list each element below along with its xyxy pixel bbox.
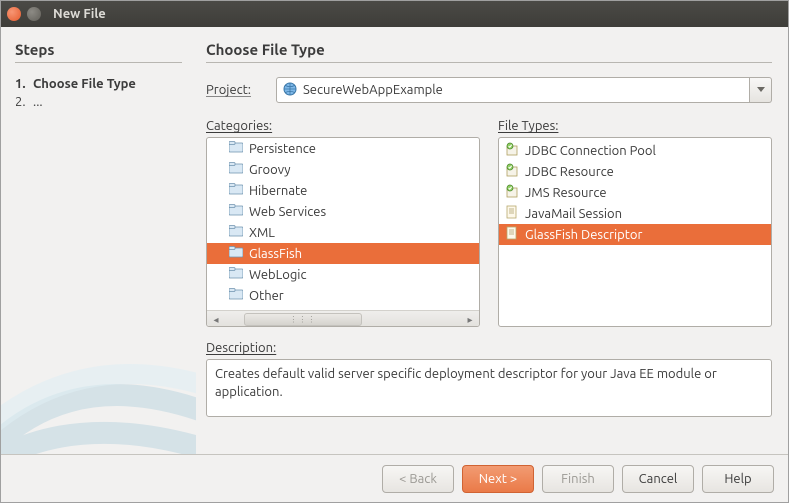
resource-icon	[505, 184, 519, 201]
filetype-label: JDBC Resource	[525, 165, 614, 179]
titlebar: New File	[1, 1, 788, 27]
filetypes-label: File Types:	[498, 119, 772, 133]
category-item[interactable]: Web Services	[207, 201, 479, 222]
scrollbar-thumb[interactable]: ⋮⋮⋮	[244, 313, 362, 326]
category-label: Groovy	[249, 163, 291, 177]
divider	[15, 62, 182, 63]
window-title: New File	[53, 7, 106, 21]
filetype-item[interactable]: JDBC Resource	[499, 161, 771, 182]
category-label: WebLogic	[249, 268, 307, 282]
project-dropdown-button[interactable]	[750, 77, 772, 103]
project-value: SecureWebAppExample	[303, 83, 443, 97]
filetype-label: JavaMail Session	[525, 207, 622, 221]
finish-button[interactable]: Finish	[542, 465, 614, 493]
category-label: Web Services	[249, 205, 326, 219]
category-item[interactable]: WebLogic	[207, 264, 479, 285]
filetype-label: JDBC Connection Pool	[525, 144, 656, 158]
chevron-down-icon	[757, 87, 765, 93]
filetype-item[interactable]: JMS Resource	[499, 182, 771, 203]
filetype-item[interactable]: JavaMail Session	[499, 203, 771, 224]
steps-heading: Steps	[15, 41, 182, 58]
wizard-steps-panel: Steps 1.Choose File Type 2....	[1, 27, 196, 454]
category-label: Other	[249, 289, 284, 303]
category-label: GlassFish	[249, 247, 302, 261]
category-item[interactable]: GlassFish	[207, 243, 479, 264]
filetype-item[interactable]: JDBC Connection Pool	[499, 140, 771, 161]
window-minimize-button[interactable]	[27, 7, 41, 21]
filetype-item[interactable]: GlassFish Descriptor	[499, 224, 771, 245]
filetype-label: JMS Resource	[525, 186, 607, 200]
category-label: XML	[249, 226, 275, 240]
filetypes-listbox[interactable]: JDBC Connection Pool JDBC Resource JMS Res…	[498, 137, 772, 327]
wizard-content-panel: Choose File Type Project: SecureWebAppEx…	[196, 27, 788, 454]
wizard-footer: < Back Next > Finish Cancel Help	[1, 454, 788, 502]
category-item[interactable]: Hibernate	[207, 180, 479, 201]
project-combobox[interactable]: SecureWebAppExample	[276, 77, 750, 103]
folder-icon	[229, 141, 243, 156]
folder-icon	[229, 225, 243, 240]
scroll-left-icon[interactable]: ◂	[207, 311, 225, 327]
description-text: Creates default valid server specific de…	[215, 367, 717, 399]
filetype-label: GlassFish Descriptor	[525, 228, 642, 242]
content-heading: Choose File Type	[206, 41, 772, 58]
folder-icon	[229, 162, 243, 177]
wizard-step: 1.Choose File Type	[15, 77, 182, 91]
description-label: Description:	[206, 341, 772, 355]
window-close-button[interactable]	[7, 7, 21, 21]
help-button[interactable]: Help	[702, 465, 774, 493]
back-button[interactable]: < Back	[382, 465, 454, 493]
description-box: Creates default valid server specific de…	[206, 359, 772, 417]
folder-icon	[229, 204, 243, 219]
category-item[interactable]: Persistence	[207, 138, 479, 159]
category-item[interactable]: XML	[207, 222, 479, 243]
folder-icon	[229, 288, 243, 303]
globe-icon	[283, 82, 297, 99]
horizontal-scrollbar[interactable]: ◂ ⋮⋮⋮ ▸	[207, 310, 479, 327]
folder-icon	[229, 246, 243, 261]
folder-icon	[229, 183, 243, 198]
decorative-art	[1, 244, 196, 454]
wizard-step: 2....	[15, 95, 182, 109]
category-item[interactable]: Other	[207, 285, 479, 306]
document-icon	[505, 205, 519, 222]
next-button[interactable]: Next >	[462, 465, 534, 493]
categories-listbox[interactable]: Persistence Groovy Hibernate Web Services XM…	[206, 137, 480, 327]
category-label: Persistence	[249, 142, 316, 156]
folder-icon	[229, 267, 243, 282]
divider	[206, 62, 772, 63]
category-item[interactable]: Groovy	[207, 159, 479, 180]
resource-icon	[505, 142, 519, 159]
cancel-button[interactable]: Cancel	[622, 465, 694, 493]
project-label: Project:	[206, 83, 276, 97]
scrollbar-track[interactable]: ⋮⋮⋮	[225, 311, 461, 327]
document-icon	[505, 226, 519, 243]
resource-icon	[505, 163, 519, 180]
categories-label: Categories:	[206, 119, 480, 133]
category-label: Hibernate	[249, 184, 307, 198]
scroll-right-icon[interactable]: ▸	[461, 311, 479, 327]
